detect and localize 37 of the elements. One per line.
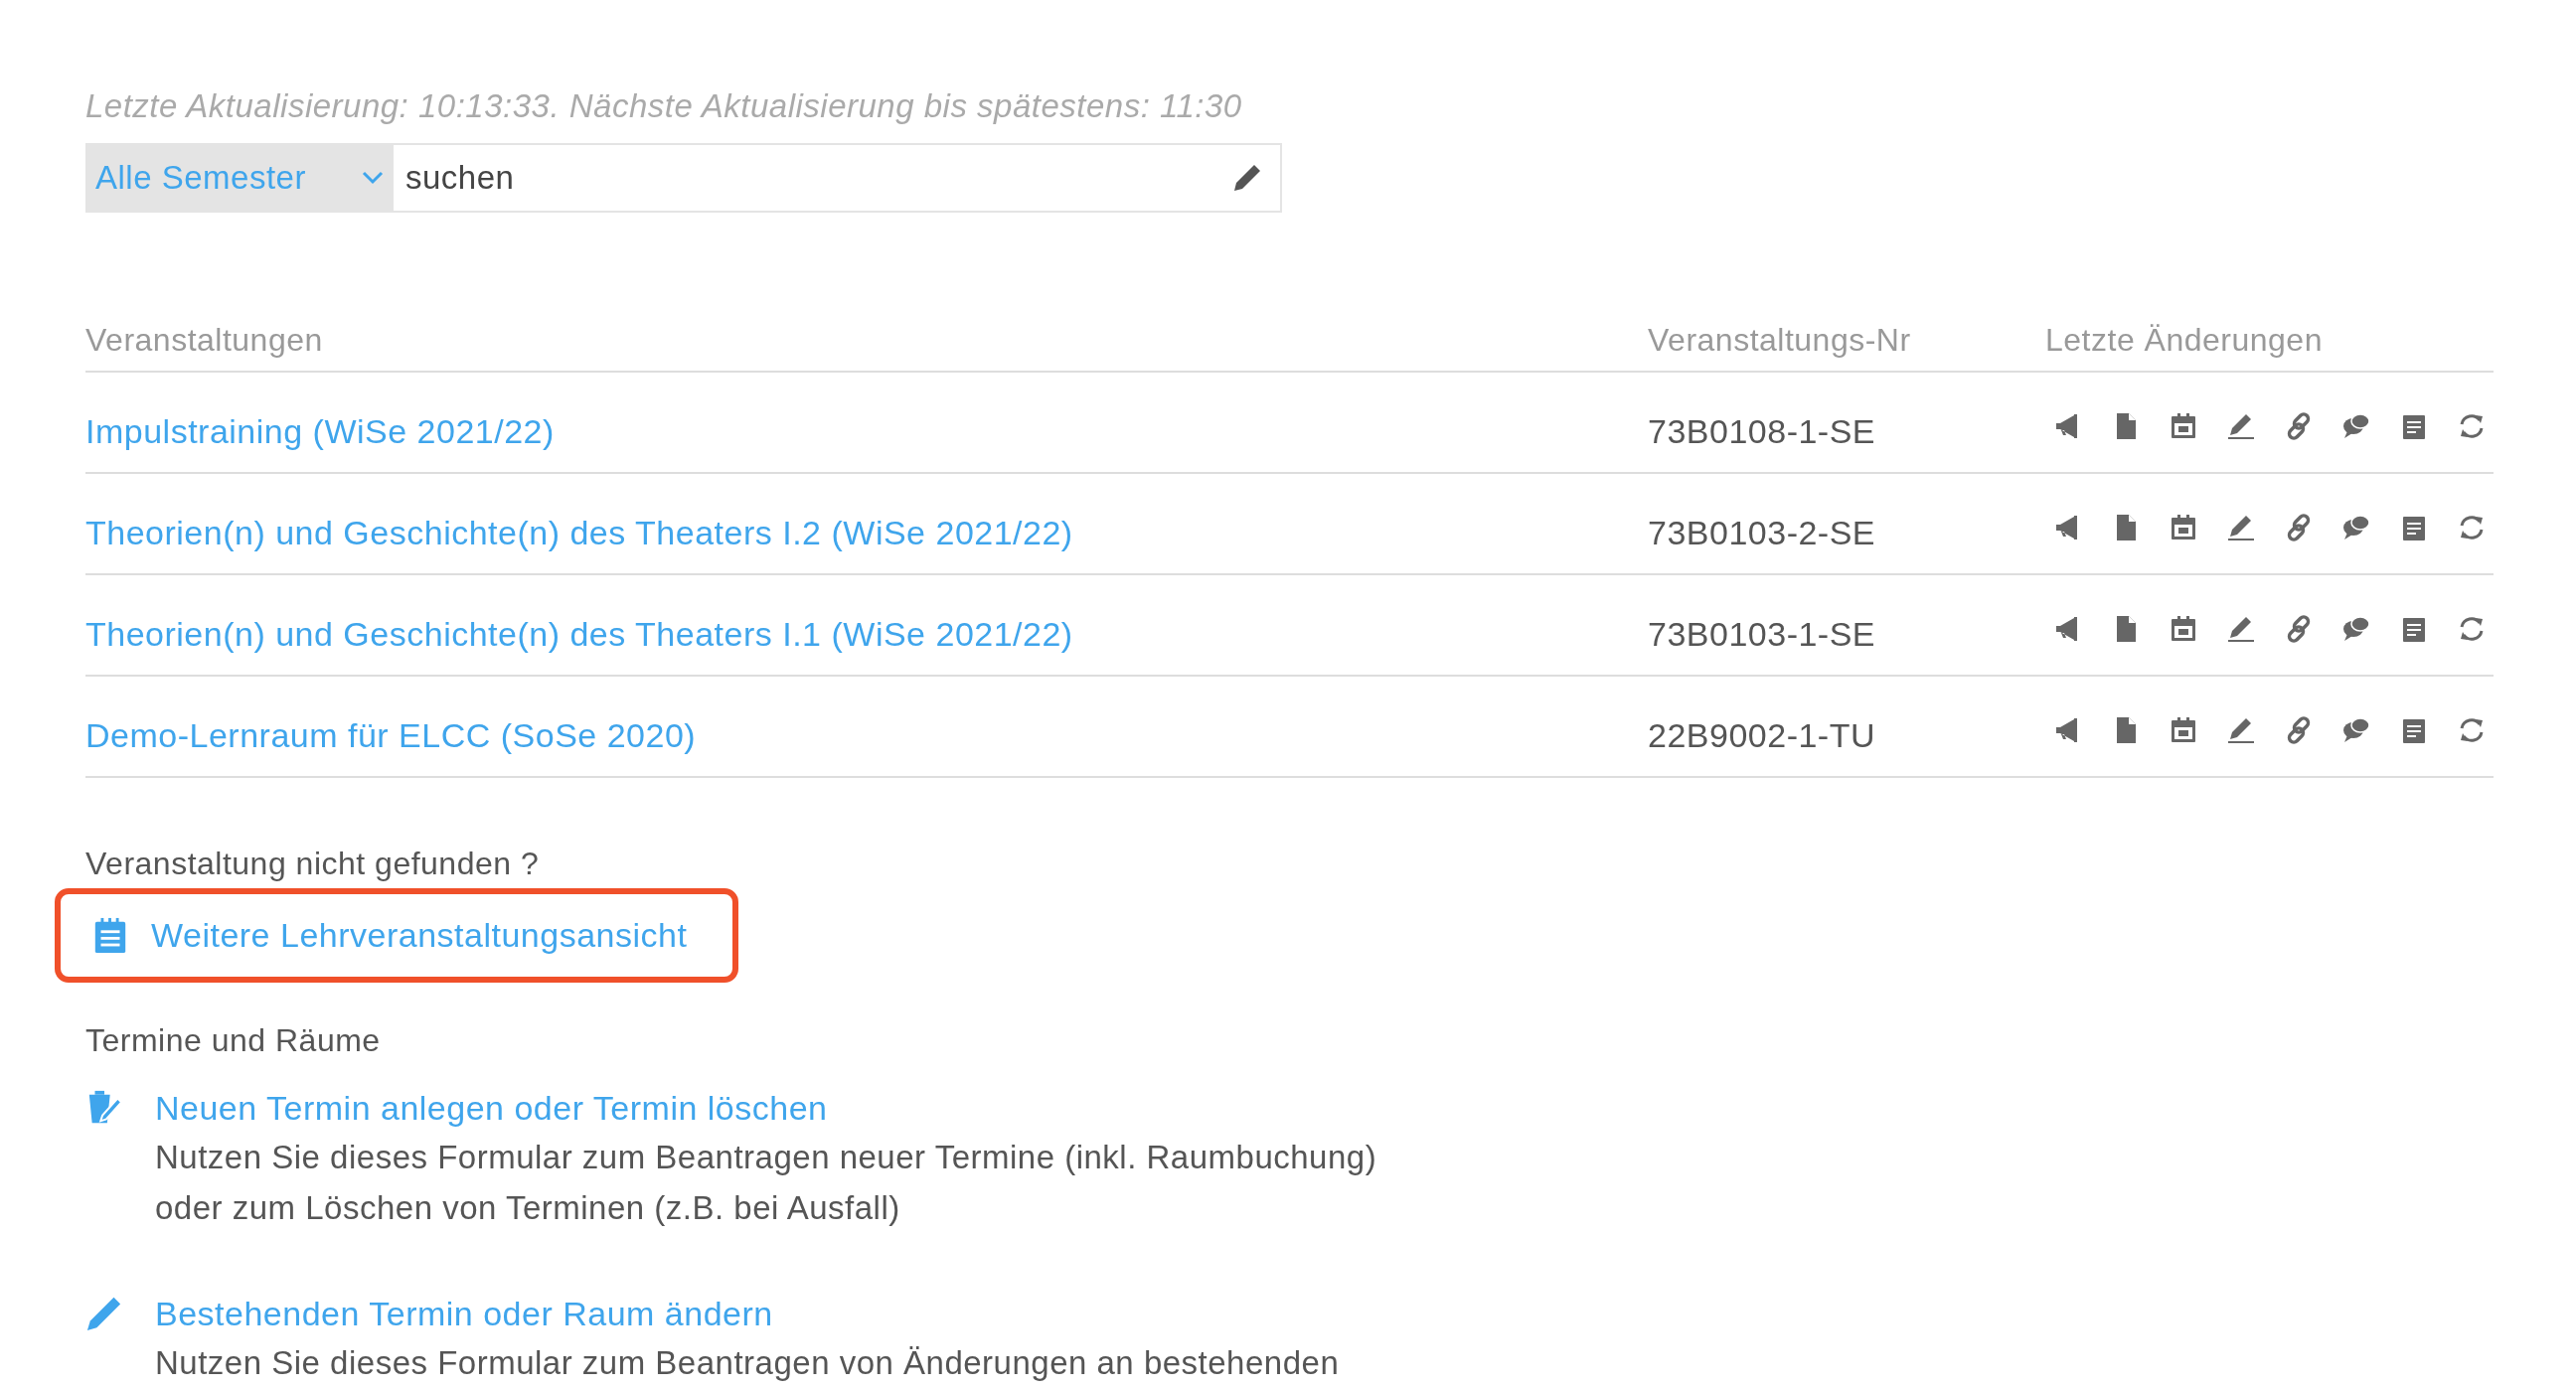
chat-icon[interactable] <box>2341 715 2371 745</box>
semester-dropdown[interactable]: Alle Semester <box>85 143 394 213</box>
course-number: 73B0103-1-SE <box>1648 614 1877 654</box>
course-link[interactable]: Impulstraining (WiSe 2021/22) <box>85 411 555 450</box>
pencil-icon <box>85 1295 123 1332</box>
form-link[interactable]: Bestehenden Termin oder Raum ändern <box>155 1295 2494 1333</box>
course-link[interactable]: Demo-Lernraum für ELCC (SoSe 2020) <box>85 715 697 754</box>
column-header: Letzte Änderungen <box>2045 322 2324 359</box>
chat-icon[interactable] <box>2341 614 2371 644</box>
pencil-icon <box>1232 163 1262 193</box>
course-number: 73B0108-1-SE <box>1648 411 1877 451</box>
pencil-icon[interactable] <box>2226 715 2256 745</box>
column-header: Veranstaltungs-Nr <box>1648 322 1912 359</box>
course-view-link[interactable]: Weitere Lehrveranstaltungsansicht <box>151 916 688 955</box>
course-number: 22B9002-1-TU <box>1648 715 1876 755</box>
course-link[interactable]: Theorien(n) und Geschichte(n) des Theaters I.2 (WiSe 2021/22) <box>85 513 1073 551</box>
calendar-icon[interactable] <box>2169 715 2198 745</box>
section-title: Termine und Räume <box>85 1022 382 1059</box>
pencil-icon[interactable] <box>2226 513 2256 542</box>
form-link[interactable]: Neuen Termin anlegen oder Termin löschen <box>155 1089 2494 1128</box>
chat-icon[interactable] <box>2341 411 2371 441</box>
column-header: Veranstaltungen <box>85 322 324 359</box>
form-description: Nutzen Sie dieses Formular zum Beantragen neuer Termine (inkl. Raumbuchung) oder zum Löschen von Terminen (z.B. bei Ausfall) <box>155 1138 1378 1228</box>
form-description: Nutzen Sie dieses Formular zum Beantragen von Änderungen an bestehenden <box>155 1343 1341 1383</box>
update-notice: Letzte Aktualisierung: 10:13:33. Nächste Aktualisierung bis spätestens: 11:30 <box>85 87 1243 125</box>
chevron-icon <box>362 171 384 185</box>
pencil-icon[interactable] <box>2226 411 2256 441</box>
course-link[interactable]: Theorien(n) und Geschichte(n) des Theaters I.1 (WiSe 2021/22) <box>85 614 1073 653</box>
calendar-icon[interactable] <box>2169 614 2198 644</box>
course-number: 73B0103-2-SE <box>1648 513 1877 552</box>
pencil-icon[interactable] <box>2226 614 2256 644</box>
search-box[interactable]: suchen <box>394 143 1282 213</box>
calendar-icon[interactable] <box>2169 411 2198 441</box>
not-found-label: Veranstaltung nicht gefunden ? <box>85 846 541 882</box>
search-field[interactable]: suchen <box>403 158 1232 198</box>
calendar-icon[interactable] <box>2169 513 2198 542</box>
chat-icon[interactable] <box>2341 513 2371 542</box>
